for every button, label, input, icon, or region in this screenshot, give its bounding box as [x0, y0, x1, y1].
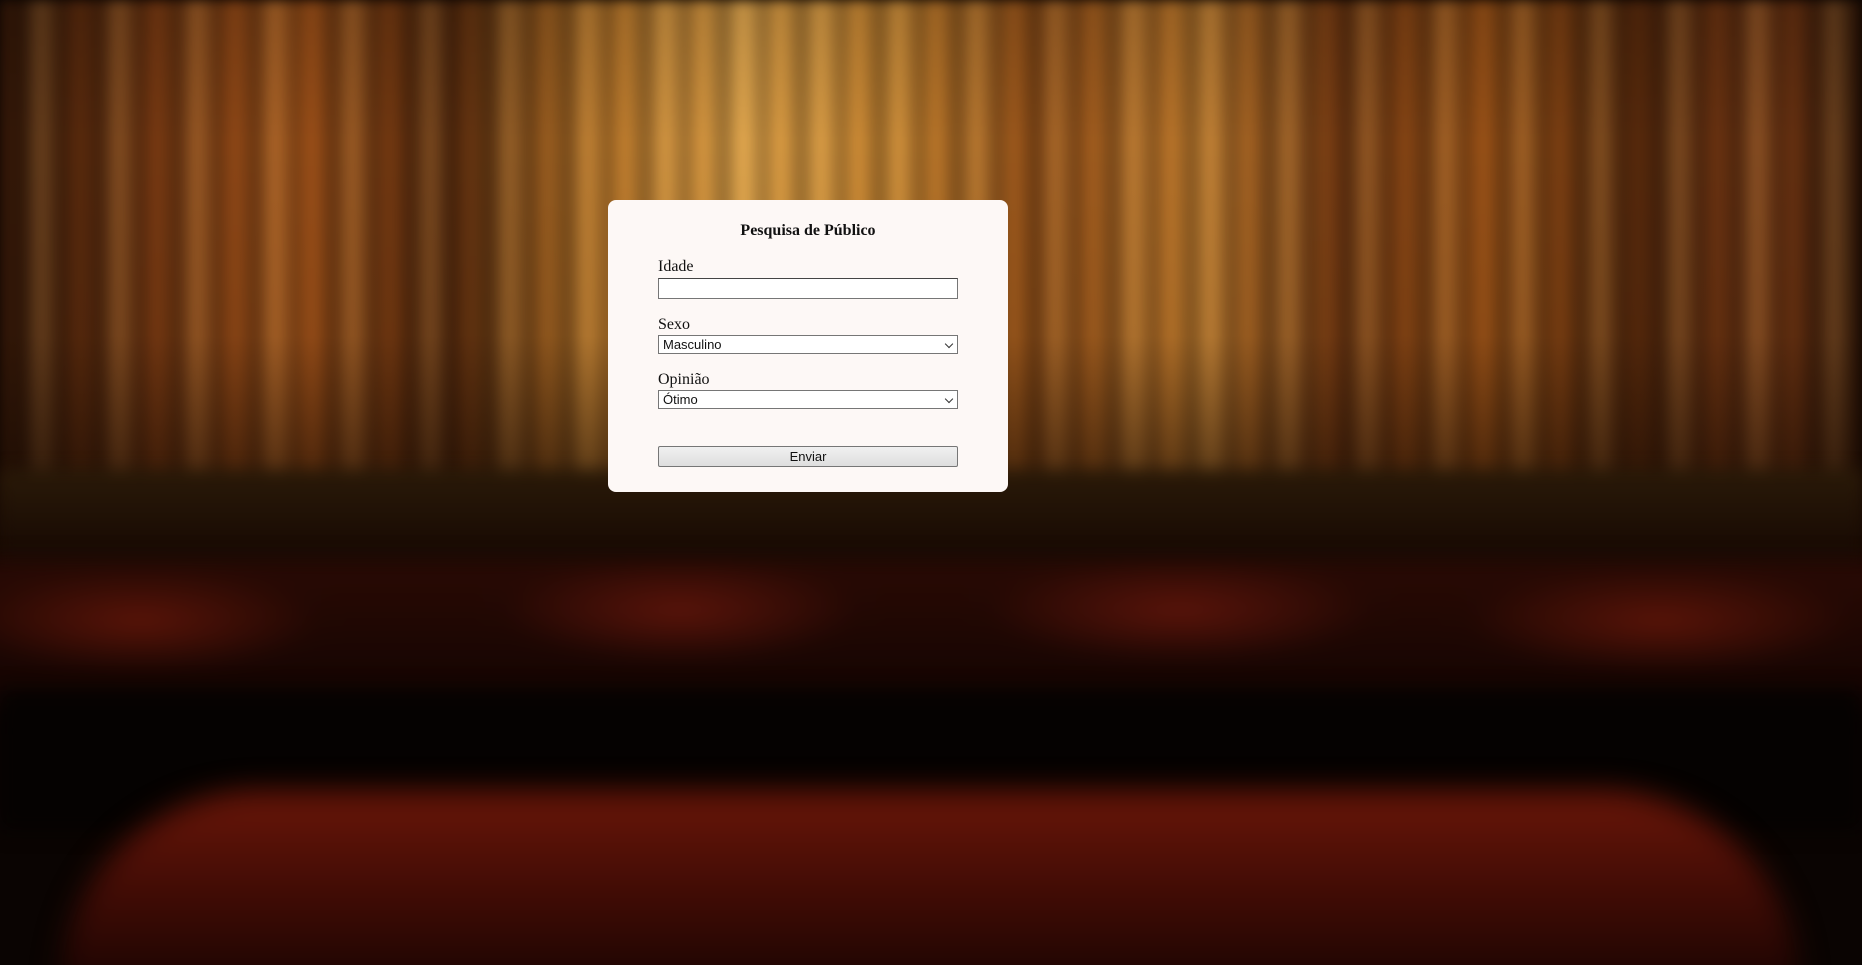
form-title: Pesquisa de Público [740, 222, 876, 239]
opinion-label: Opinião [658, 371, 710, 388]
opinion-select[interactable]: Ótimo [658, 390, 958, 409]
theater-seats-front-row [60, 790, 1800, 965]
opinion-select-value: Ótimo [663, 392, 698, 407]
survey-form: Pesquisa de Público Idade Sexo Masculino… [608, 200, 1008, 492]
chevron-down-icon [944, 394, 954, 404]
submit-button[interactable]: Enviar [658, 446, 958, 467]
age-label: Idade [658, 258, 694, 275]
chevron-down-icon [944, 339, 954, 349]
age-input[interactable] [658, 278, 958, 299]
sex-label: Sexo [658, 316, 690, 333]
theater-seats-row [0, 560, 1862, 710]
sex-select-value: Masculino [663, 337, 722, 352]
sex-select[interactable]: Masculino [658, 335, 958, 354]
